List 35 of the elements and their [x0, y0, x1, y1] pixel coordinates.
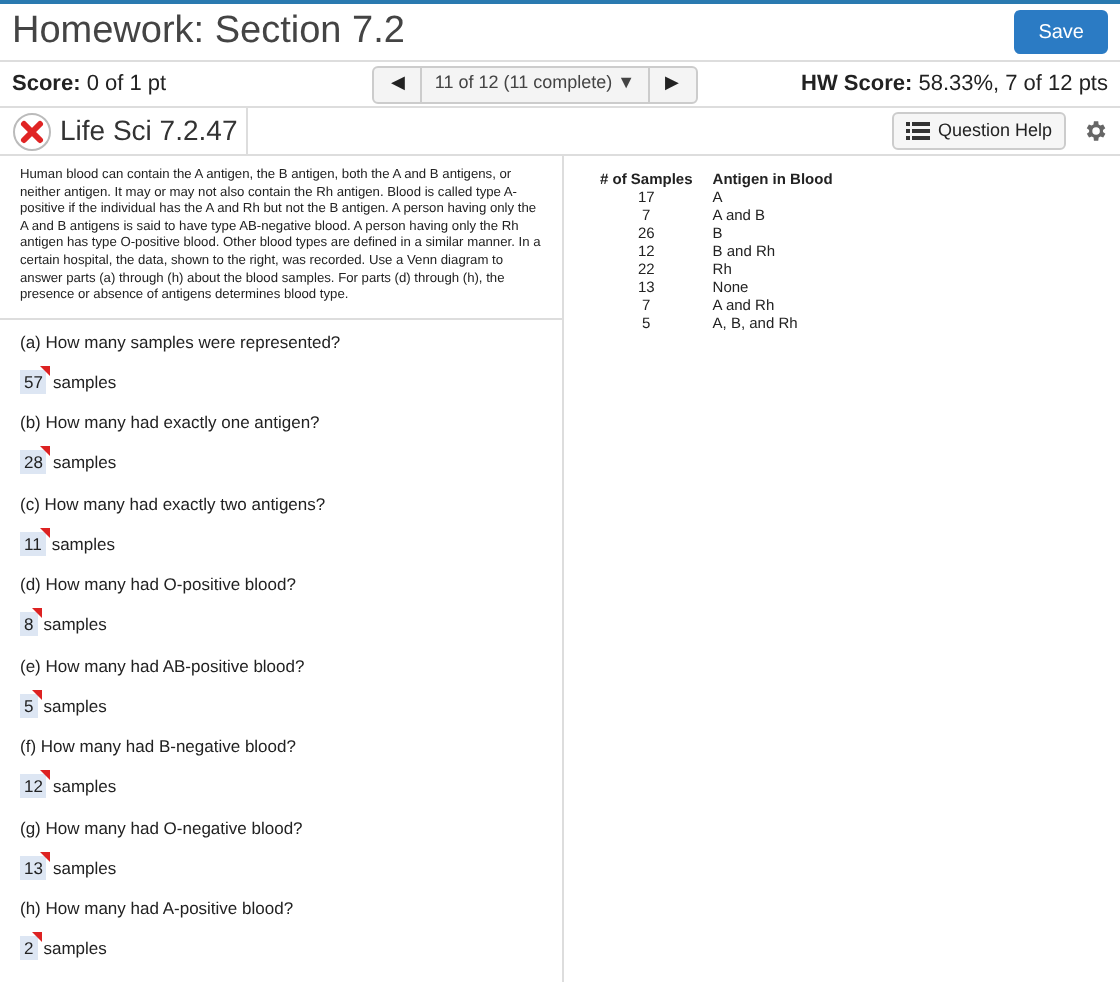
- question-prompt: (d) How many had O-positive blood?: [20, 572, 298, 598]
- next-button[interactable]: ▶: [649, 67, 696, 101]
- answer-field[interactable]: 57: [20, 369, 47, 394]
- score-text: Score: 0 of 1 pt: [12, 69, 169, 100]
- answer-field[interactable]: 11: [20, 531, 46, 556]
- answer-field[interactable]: 2: [20, 936, 38, 961]
- list-icon: [905, 122, 930, 140]
- question-dropdown[interactable]: 11 of 12 (11 complete) ▼: [422, 67, 650, 101]
- unit-label: samples: [52, 855, 117, 881]
- question-prompt: (g) How many had O-negative blood?: [20, 815, 305, 841]
- question-help-button[interactable]: Question Help: [891, 112, 1066, 150]
- question-prompt: (b) How many had exactly one antigen?: [20, 410, 322, 436]
- question-prompt: (c) How many had exactly two antigens?: [20, 491, 328, 517]
- unit-label: samples: [43, 936, 107, 962]
- question-prompt: (f) How many had B-negative blood?: [20, 734, 298, 760]
- previous-button[interactable]: ◀: [374, 67, 423, 101]
- unit-label: samples: [43, 612, 107, 638]
- question-prompt: (h) How many had A-positive blood?: [20, 896, 296, 922]
- answer-field[interactable]: 8: [20, 612, 38, 637]
- save-button[interactable]: Save: [1014, 10, 1108, 54]
- answer-field[interactable]: 12: [20, 774, 47, 799]
- question-prompt: (a) How many samples were represented?: [20, 329, 343, 355]
- answer-field[interactable]: 5: [20, 693, 38, 718]
- unit-label: samples: [51, 531, 115, 557]
- unit-label: samples: [52, 369, 117, 395]
- answer-field[interactable]: 28: [20, 450, 47, 475]
- page-title: Homework: Section 7.2: [12, 7, 405, 56]
- unit-label: samples: [52, 774, 117, 800]
- question-title: Life Sci 7.2.47: [60, 112, 238, 150]
- unit-label: samples: [43, 693, 107, 719]
- unit-label: samples: [52, 450, 117, 476]
- settings-icon[interactable]: [1082, 118, 1108, 144]
- answer-field[interactable]: 13: [20, 855, 47, 880]
- hw-score-text: HW Score: 58.33%, 7 of 12 pts: [799, 69, 1108, 100]
- question-prompt: (e) How many had AB-positive blood?: [20, 653, 307, 679]
